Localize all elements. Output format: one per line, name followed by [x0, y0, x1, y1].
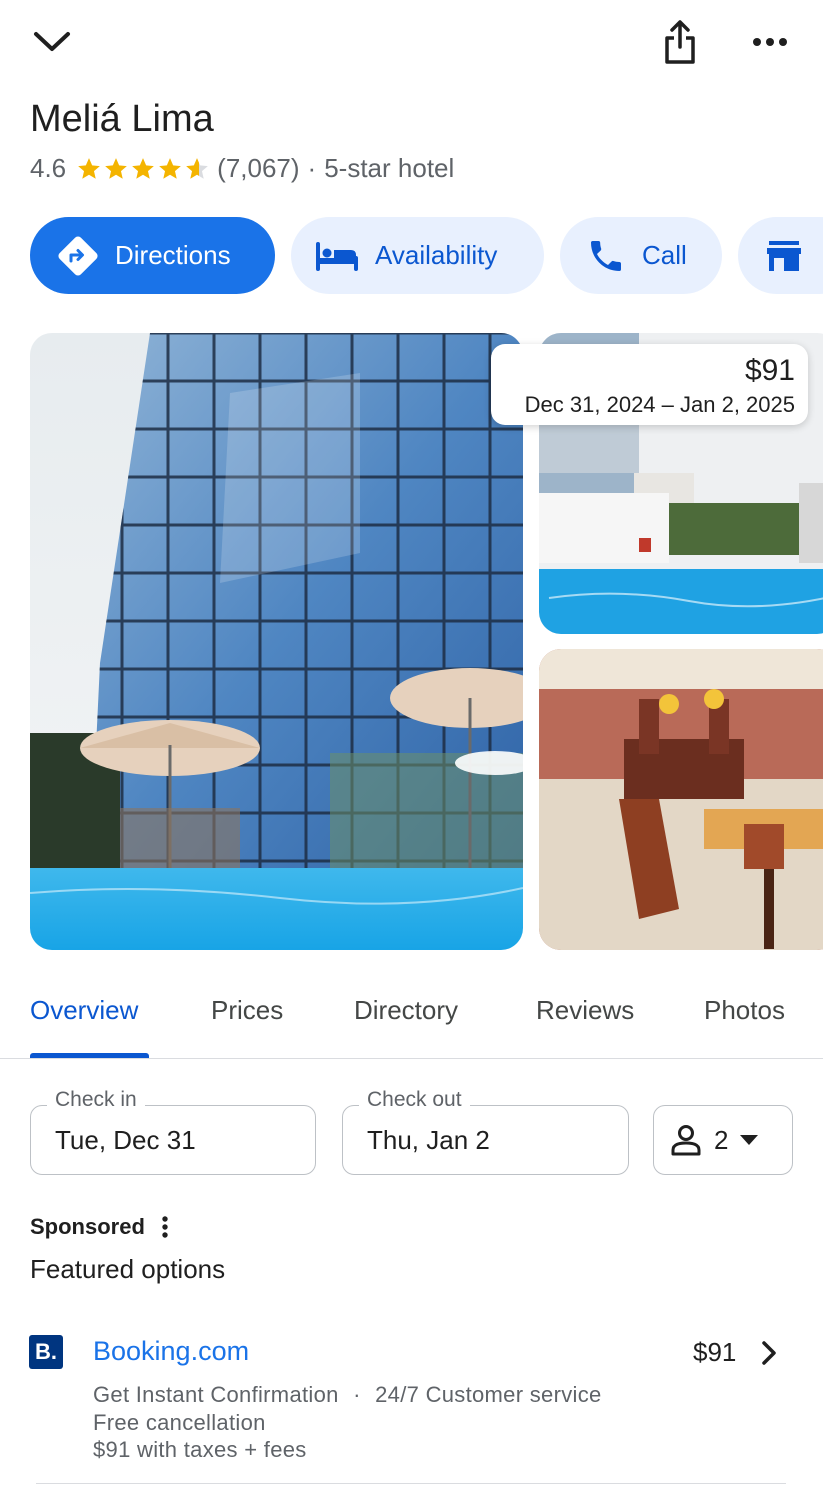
rating-row: 4.6 (7,067) · 5-star hotel: [30, 153, 454, 184]
star-icon: [78, 157, 100, 179]
hotel-photo-main[interactable]: [30, 333, 523, 950]
collapse-button[interactable]: [28, 22, 76, 62]
availability-label: Availability: [375, 240, 498, 270]
offer-features: Get Instant Confirmation · 24/7 Customer…: [93, 1382, 602, 1408]
directions-label: Directions: [115, 240, 231, 270]
check-out-field[interactable]: Check out Thu, Jan 2: [342, 1088, 629, 1175]
offer-provider-name[interactable]: Booking.com: [93, 1336, 249, 1367]
offer-price-note: $91 with taxes + fees: [93, 1437, 307, 1462]
sponsored-info-button[interactable]: [161, 1215, 169, 1239]
offer-feature-1: Get Instant Confirmation: [93, 1382, 339, 1407]
active-tab-indicator: [30, 1053, 149, 1058]
tab-bar: Overview Prices Directory Reviews Photos: [0, 985, 823, 1059]
rating-value: 4.6: [30, 153, 67, 183]
website-button[interactable]: [738, 217, 823, 294]
offer-price: $91: [693, 1337, 737, 1367]
tab-prices[interactable]: Prices: [211, 995, 283, 1026]
guests-count: 2: [714, 1124, 729, 1155]
tab-overview[interactable]: Overview: [30, 995, 138, 1026]
star-icon: [132, 157, 154, 179]
call-label: Call: [642, 240, 687, 270]
tab-directory[interactable]: Directory: [354, 995, 458, 1026]
availability-button[interactable]: Availability: [291, 217, 544, 294]
offer-chevron-icon[interactable]: [760, 1340, 778, 1371]
hotel-photo-restaurant[interactable]: [539, 649, 823, 950]
directions-icon: [57, 235, 99, 277]
call-button[interactable]: Call: [560, 217, 722, 294]
guests-selector[interactable]: 2: [653, 1105, 793, 1175]
star-icon: [186, 157, 208, 179]
price-overlay[interactable]: $91 Dec 31, 2024 – Jan 2, 2025: [491, 344, 808, 425]
share-button[interactable]: [656, 16, 704, 68]
check-in-label: Check in: [47, 1088, 145, 1112]
check-in-field[interactable]: Check in Tue, Dec 31: [30, 1088, 316, 1175]
tab-reviews[interactable]: Reviews: [536, 995, 634, 1026]
restaurant-image: [539, 649, 823, 950]
overlay-price: $91: [744, 354, 795, 387]
hotel-tower-image: [30, 333, 523, 950]
offer-feature-separator: ·: [353, 1382, 361, 1407]
offer-feature-2: 24/7 Customer service: [375, 1382, 602, 1407]
star-icon: [159, 157, 181, 179]
sponsored-header: Sponsored: [30, 1214, 169, 1240]
directions-button[interactable]: Directions: [30, 217, 275, 294]
chevron-down-icon: [34, 32, 70, 51]
rating-stars: [76, 156, 211, 182]
bed-icon: [315, 241, 359, 271]
more-vertical-icon: [162, 1216, 168, 1238]
share-icon: [665, 20, 695, 64]
featured-options-heading: Featured options: [30, 1254, 226, 1284]
more-options-button[interactable]: [746, 24, 794, 60]
check-out-value: Thu, Jan 2: [367, 1125, 490, 1155]
offer-divider: [36, 1483, 786, 1484]
place-title: Meliá Lima: [30, 98, 214, 140]
tab-photos[interactable]: Photos: [704, 995, 785, 1026]
reviews-count[interactable]: (7,067): [217, 153, 299, 184]
check-in-value: Tue, Dec 31: [55, 1125, 196, 1155]
rating-separator: ·: [307, 153, 317, 183]
booking-logo-icon: B.: [29, 1335, 63, 1369]
phone-icon: [586, 236, 626, 276]
offer-feature-3: Free cancellation: [93, 1410, 266, 1435]
check-out-label: Check out: [359, 1088, 470, 1112]
overlay-dates: Dec 31, 2024 – Jan 2, 2025: [524, 392, 795, 417]
more-horizontal-icon: [753, 38, 787, 46]
star-icon: [105, 157, 127, 179]
dropdown-arrow-icon: [740, 1135, 759, 1145]
person-icon: [671, 1125, 701, 1156]
store-icon: [765, 239, 803, 273]
place-category: 5-star hotel: [324, 153, 455, 183]
sponsored-label: Sponsored: [30, 1214, 145, 1239]
